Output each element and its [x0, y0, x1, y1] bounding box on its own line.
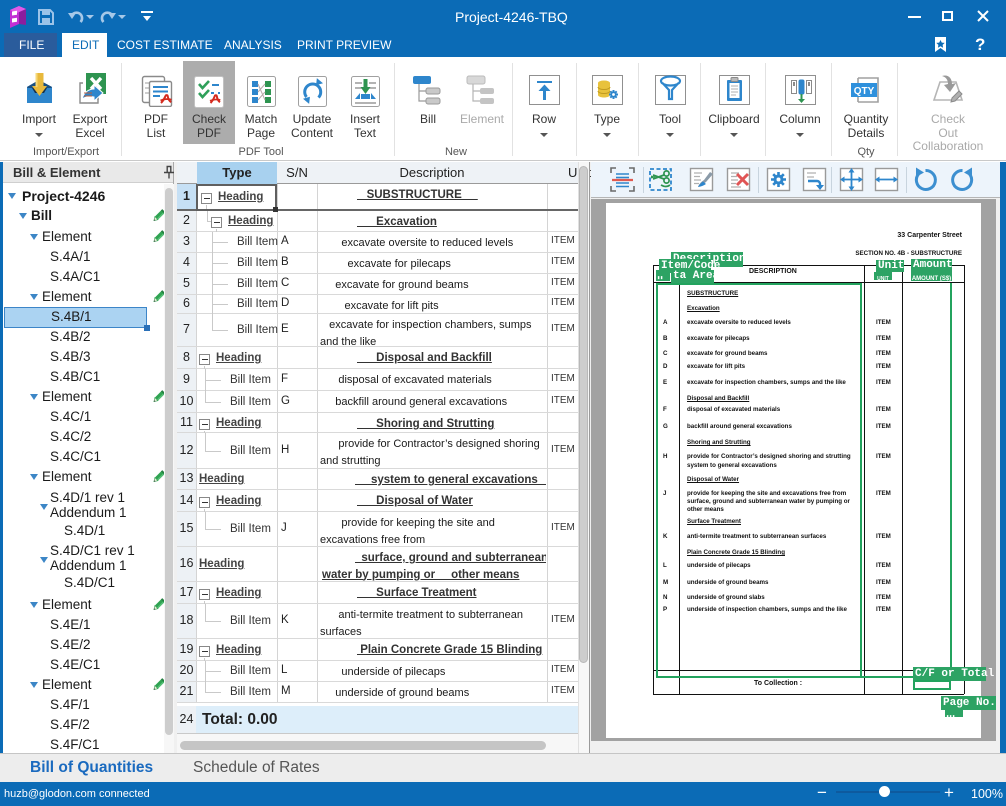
svg-text:QTY: QTY	[854, 86, 875, 97]
